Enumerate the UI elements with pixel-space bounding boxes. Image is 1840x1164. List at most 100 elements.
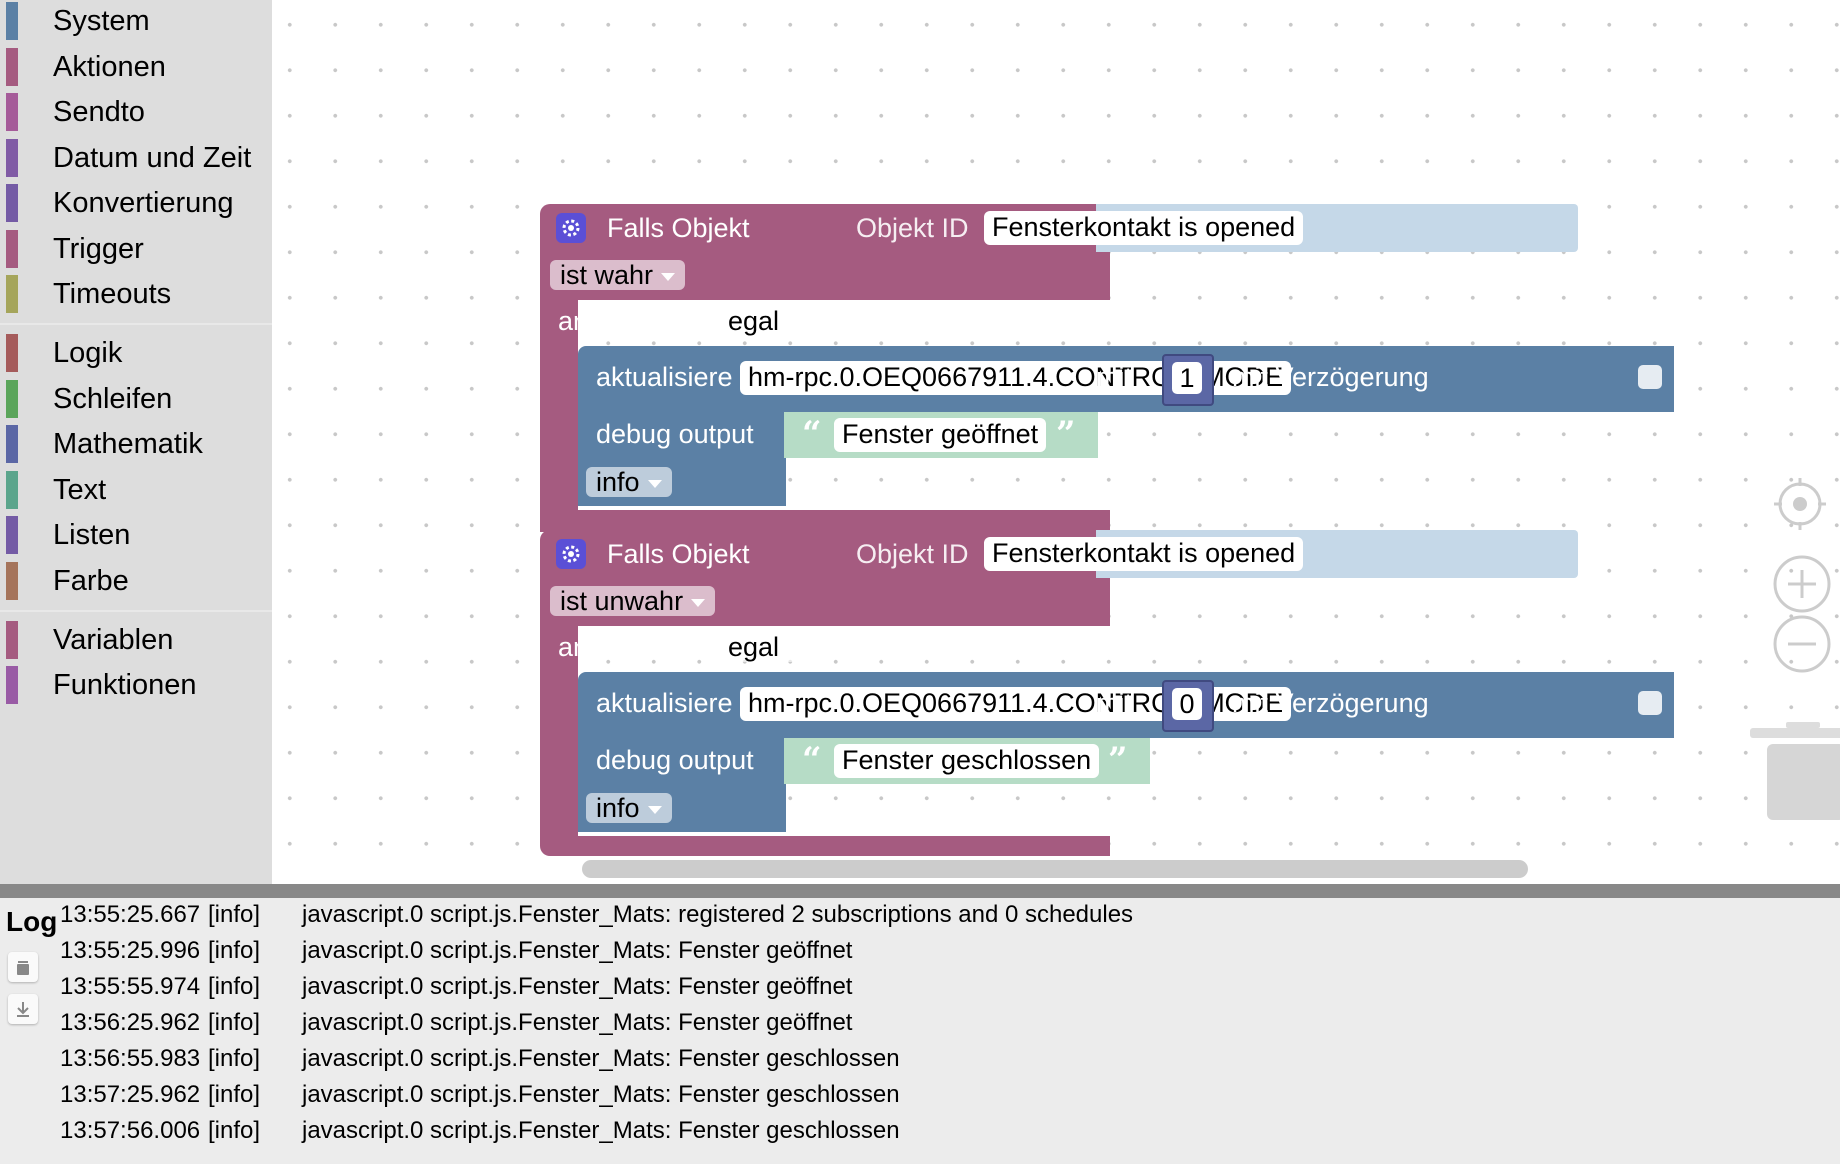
with-label: mit	[1096, 688, 1132, 718]
number-block[interactable]: 1	[1162, 354, 1214, 406]
log-message: javascript.0 script.js.Fenster_Mats: Fen…	[302, 1117, 900, 1144]
ack-label: anerkannt ist	[558, 306, 713, 336]
category-label: Farbe	[53, 565, 129, 597]
debug-text-field[interactable]: Fenster geöffnet	[834, 418, 1047, 452]
category-label: Konvertierung	[53, 187, 234, 219]
log-message: javascript.0 script.js.Fenster_Mats: reg…	[302, 901, 1134, 928]
category-label: Mathematik	[53, 428, 203, 460]
debug-text-field[interactable]: Fenster geschlossen	[834, 744, 1100, 778]
category-color-bar	[6, 48, 18, 86]
update-label: aktualisiere	[596, 688, 733, 718]
category-label: Sendto	[53, 96, 145, 128]
debug-level-dropdown[interactable]: info	[586, 793, 672, 823]
blockly-workspace[interactable]: Falls Objekt Objekt ID Fensterkontakt is…	[272, 0, 1840, 884]
chevron-down-icon	[647, 479, 662, 488]
category-label: Variablen	[53, 624, 174, 656]
ack-dropdown[interactable]: egal	[718, 306, 812, 336]
close-quote: ”	[1108, 740, 1128, 780]
object-id-label: Objekt ID	[856, 539, 969, 569]
debug-label: debug output	[596, 745, 754, 775]
category-mathematik[interactable]: Mathematik	[0, 422, 272, 466]
gear-icon[interactable]	[556, 539, 586, 569]
ack-label: anerkannt ist	[558, 632, 713, 662]
condition-dropdown[interactable]: ist wahr	[550, 260, 686, 290]
category-aktionen[interactable]: Aktionen	[0, 45, 272, 89]
chevron-down-icon	[647, 805, 662, 814]
category-label: Timeouts	[53, 278, 172, 310]
zoom-in-icon[interactable]	[1772, 554, 1832, 619]
category-color-bar	[6, 621, 18, 659]
close-quote: ”	[1056, 414, 1076, 454]
log-message: javascript.0 script.js.Fenster_Mats: Fen…	[302, 973, 853, 1000]
ack-dropdown[interactable]: egal	[718, 632, 812, 662]
log-time: 13:55:25.996	[60, 937, 201, 964]
category-label: Logik	[53, 337, 123, 369]
condition-value: ist unwahr	[560, 586, 684, 616]
condition-value: ist wahr	[560, 260, 654, 290]
chevron-down-icon	[787, 644, 802, 653]
object-id-field[interactable]: Fensterkontakt is opened	[984, 211, 1304, 245]
number-value[interactable]: 1	[1172, 362, 1202, 394]
zoom-out-icon[interactable]	[1772, 614, 1832, 679]
toolbox-separator	[0, 323, 272, 325]
chevron-down-icon	[661, 272, 676, 281]
category-color-bar	[6, 275, 18, 313]
log-time: 13:56:25.962	[60, 1009, 201, 1036]
number-value[interactable]: 0	[1172, 688, 1202, 720]
block-title: Falls Objekt	[607, 213, 750, 243]
category-variablen[interactable]: Variablen	[0, 618, 272, 662]
category-system[interactable]: System	[0, 0, 272, 43]
category-color-bar	[6, 562, 18, 600]
log-message: javascript.0 script.js.Fenster_Mats: Fen…	[302, 1081, 900, 1108]
category-listen[interactable]: Listen	[0, 513, 272, 557]
trash-icon[interactable]	[8, 952, 38, 982]
log-level: [info]	[208, 973, 261, 1000]
log-level: [info]	[208, 1009, 261, 1036]
download-icon[interactable]	[8, 994, 38, 1024]
condition-dropdown[interactable]: ist unwahr	[550, 586, 716, 616]
category-trigger[interactable]: Trigger	[0, 227, 272, 271]
delay-checkbox[interactable]	[1638, 691, 1662, 715]
category-konvertierung[interactable]: Konvertierung	[0, 181, 272, 225]
category-color-bar	[6, 2, 18, 40]
debug-level-value: info	[596, 793, 640, 823]
category-farbe[interactable]: Farbe	[0, 559, 272, 603]
log-panel: Log 13:55:25.667 [info] javascript.0 scrip…	[0, 884, 1840, 1164]
block-title: Falls Objekt	[607, 539, 750, 569]
category-color-bar	[6, 380, 18, 418]
category-label: Datum und Zeit	[53, 142, 252, 174]
object-id-label: Objekt ID	[856, 213, 969, 243]
log-time: 13:55:55.974	[60, 973, 201, 1000]
toolbox-separator	[0, 610, 272, 612]
debug-level-dropdown[interactable]: info	[586, 467, 672, 497]
open-quote: “	[802, 414, 822, 454]
category-label: Schleifen	[53, 383, 173, 415]
log-time: 13:56:55.983	[60, 1045, 201, 1072]
number-block[interactable]: 0	[1162, 680, 1214, 732]
horizontal-scrollbar[interactable]	[582, 860, 1528, 878]
log-resize-bar[interactable]	[0, 884, 1840, 898]
center-target-icon[interactable]	[1774, 478, 1826, 535]
category-color-bar	[6, 93, 18, 131]
delay-checkbox[interactable]	[1638, 365, 1662, 389]
category-logik[interactable]: Logik	[0, 331, 272, 375]
category-schleifen[interactable]: Schleifen	[0, 377, 272, 421]
category-funktionen[interactable]: Funktionen	[0, 663, 272, 707]
object-id-field[interactable]: Fensterkontakt is opened	[984, 537, 1304, 571]
category-sendto[interactable]: Sendto	[0, 90, 272, 134]
category-color-bar	[6, 425, 18, 463]
category-datum-und-zeit[interactable]: Datum und Zeit	[0, 136, 272, 180]
open-quote: “	[802, 740, 822, 780]
log-time: 13:57:56.006	[60, 1117, 201, 1144]
log-time: 13:57:25.962	[60, 1081, 201, 1108]
category-timeouts[interactable]: Timeouts	[0, 272, 272, 316]
update-label: aktualisiere	[596, 362, 733, 392]
log-time: 13:55:25.667	[60, 901, 201, 928]
category-text[interactable]: Text	[0, 468, 272, 512]
category-color-bar	[6, 334, 18, 372]
gear-icon[interactable]	[556, 213, 586, 243]
with-label: mit	[1096, 362, 1132, 392]
ack-value: egal	[728, 306, 780, 336]
log-level: [info]	[208, 1045, 261, 1072]
trash-icon[interactable]	[1750, 720, 1840, 827]
